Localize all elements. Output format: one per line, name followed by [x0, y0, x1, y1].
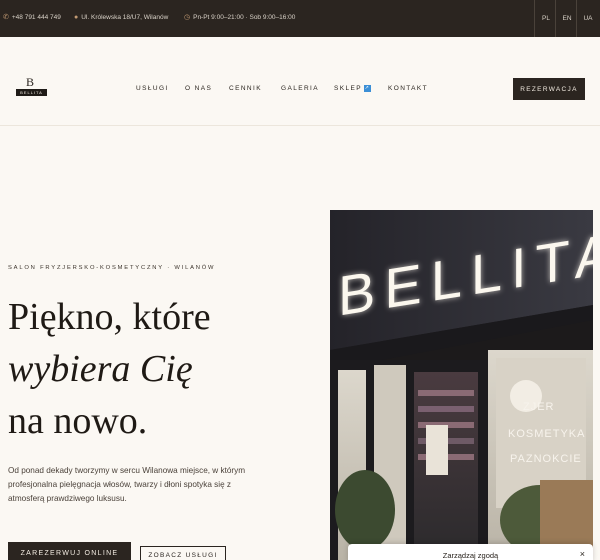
- nav-item-galeria[interactable]: GALERIA: [281, 85, 319, 92]
- nav-item-uslugi[interactable]: USŁUGI: [136, 85, 169, 92]
- pin-icon: ●: [74, 14, 79, 21]
- nav-item-o-nas[interactable]: O NAS: [185, 85, 212, 92]
- address-contact[interactable]: ● Ul. Królewska 18/U7, Wilanów: [74, 14, 168, 21]
- window-text-1: ZJER: [523, 401, 555, 413]
- cookie-consent-panel: Zarządzaj zgodą ×: [348, 544, 593, 560]
- hero-heading-line-3: na nowo.: [8, 400, 148, 442]
- clock-icon: ◷: [184, 14, 191, 21]
- top-bar: ✆ +48 791 444 749 ● Ul. Królewska 18/U7,…: [0, 0, 600, 37]
- cookie-consent-title: Zarządzaj zgodą: [442, 551, 499, 560]
- external-link-icon: ↗: [363, 85, 371, 92]
- hero-eyebrow: SALON FRYZJERSKO-KOSMETYCZNY · WILANÓW: [8, 265, 216, 271]
- phone-number: +48 791 444 749: [11, 14, 61, 21]
- see-services-button[interactable]: ZOBACZ USŁUGI: [140, 546, 226, 560]
- phone-contact[interactable]: ✆ +48 791 444 749: [3, 14, 61, 21]
- address-text: Ul. Królewska 18/U7, Wilanów: [81, 14, 169, 21]
- nav-item-kontakt[interactable]: KONTAKT: [388, 85, 428, 92]
- lang-ua[interactable]: UA: [576, 0, 600, 37]
- site-header: B BELLITA: [0, 37, 600, 126]
- book-online-button[interactable]: ZAREZERWUJ ONLINE: [8, 542, 131, 560]
- nav-item-cennik[interactable]: CENNIK: [229, 85, 262, 92]
- opening-hours: ◷ Pn-Pt 9:00–21:00 · Sob 9:00–16:00: [184, 14, 295, 21]
- logo-wordmark: BELLITA: [16, 89, 47, 96]
- logo-monogram: B: [26, 75, 35, 89]
- reservation-button[interactable]: REZERWACJA: [513, 78, 585, 100]
- hours-text: Pn-Pt 9:00–21:00 · Sob 9:00–16:00: [193, 14, 296, 21]
- hero-lead: Od ponad dekady tworzymy w sercu Wilanow…: [8, 466, 246, 503]
- storefront-photo: BELLITA ZJER KOSMETYKA PAZNOKCIE: [330, 210, 593, 560]
- hero-heading-line-1: Piękno, które: [8, 296, 211, 338]
- nav-item-sklep[interactable]: SKLEP ↗: [334, 85, 371, 92]
- phone-icon: ✆: [3, 14, 9, 21]
- window-text-3: PAZNOKCIE: [510, 453, 582, 465]
- nav-item-sklep-label: SKLEP: [334, 85, 362, 93]
- window-text-2: KOSMETYKA: [508, 428, 586, 440]
- close-icon[interactable]: ×: [580, 549, 585, 559]
- hero-heading-line-2: wybiera Cię: [8, 348, 193, 390]
- logo[interactable]: B BELLITA: [16, 75, 47, 97]
